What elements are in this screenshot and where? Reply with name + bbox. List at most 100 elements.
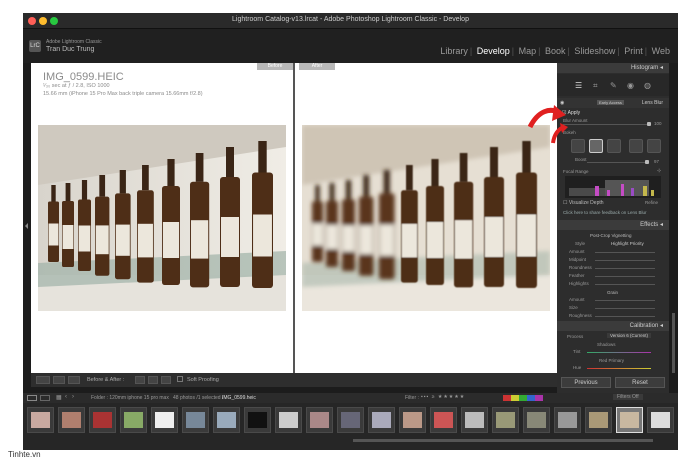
filmstrip-thumb[interactable] (27, 407, 54, 433)
filmstrip-thumb[interactable] (89, 407, 116, 433)
module-develop[interactable]: Develop (475, 46, 512, 56)
grain-size-slider[interactable] (595, 308, 655, 309)
blur-amount-knob[interactable] (647, 122, 651, 126)
grain-label: Grain (607, 290, 619, 295)
before-photo (38, 125, 286, 311)
copy-after-button[interactable] (148, 376, 158, 384)
heal-icon[interactable]: ✎ (610, 81, 617, 90)
crop-icon[interactable]: ⌗ (593, 81, 598, 91)
main-window-button[interactable] (27, 395, 37, 401)
loupe-view-button[interactable] (36, 376, 50, 384)
selected-filename[interactable]: IMG_0599.heic (222, 395, 256, 401)
module-print[interactable]: Print (622, 46, 645, 56)
highlights-slider[interactable] (595, 284, 655, 285)
right-panel-scrollbar[interactable] (669, 63, 678, 393)
histogram-header[interactable]: Histogram ◂ (557, 63, 669, 73)
before-label: Before (257, 63, 293, 70)
filmstrip-thumb[interactable] (244, 407, 271, 433)
develop-toolbar: Before & After : Soft Proofing (31, 373, 557, 387)
bokeh-circle-button[interactable] (571, 139, 585, 153)
left-panel-collapsed[interactable] (23, 63, 31, 393)
filmstrip-thumb[interactable] (430, 407, 457, 433)
filmstrip-thumb[interactable] (461, 407, 488, 433)
filmstrip-scrollbar[interactable] (353, 439, 653, 442)
soft-proofing-checkbox[interactable] (177, 376, 183, 382)
boost-knob[interactable] (645, 160, 649, 164)
scroll-thumb[interactable] (672, 313, 675, 373)
hue-label: Hue (573, 365, 582, 370)
boost-value: 97 (654, 159, 660, 164)
focal-range-depth-graph[interactable] (565, 176, 661, 198)
grid-icon[interactable]: ▦ (56, 394, 62, 401)
roughness-slider[interactable] (595, 316, 655, 317)
roundness-slider[interactable] (595, 268, 655, 269)
refine-label[interactable]: Refine (645, 200, 658, 205)
flag-filters[interactable]: ▪▪▪ ≥ ★★★★★ (421, 394, 465, 400)
copy-before-button[interactable] (135, 376, 145, 384)
forward-arrow-icon[interactable]: › (72, 394, 74, 400)
lrc-logo: LrC (29, 40, 41, 52)
ref-view-button[interactable] (53, 376, 65, 384)
module-library[interactable]: Library (438, 46, 470, 56)
filmstrip-thumb[interactable] (523, 407, 550, 433)
boost-slider[interactable] (587, 160, 649, 164)
feather-slider[interactable] (595, 276, 655, 277)
filmstrip-thumb[interactable] (275, 407, 302, 433)
module-map[interactable]: Map (517, 46, 539, 56)
second-window-button[interactable] (40, 395, 50, 401)
filmstrip-thumb[interactable] (585, 407, 612, 433)
reset-button[interactable]: Reset (615, 377, 665, 388)
right-panel: Histogram ◂ ☰ ⌗ ✎ ◉ ◍ ◉ Early Access Len… (557, 63, 669, 393)
visualize-depth-checkbox[interactable]: ☐ Visualize Depth (563, 200, 604, 206)
focus-target-icon[interactable]: ⊹ (657, 168, 661, 174)
midpoint-slider[interactable] (595, 260, 655, 261)
filmstrip-bar: ▦ ‹ › Folder : 120mm iphone 15 pro max 4… (23, 393, 678, 403)
grain-amount-slider[interactable] (595, 300, 655, 301)
filmstrip-thumb[interactable] (182, 407, 209, 433)
filters-off-dropdown[interactable]: Filters Off (613, 394, 643, 400)
blur-amount-slider[interactable] (563, 122, 651, 126)
back-arrow-icon[interactable]: ‹ (65, 394, 67, 400)
bokeh-5-blade-button[interactable] (607, 139, 621, 153)
filmstrip-thumb[interactable] (647, 407, 674, 433)
filmstrip-thumb[interactable] (58, 407, 85, 433)
vignette-amount-slider[interactable] (595, 252, 655, 253)
module-book[interactable]: Book (543, 46, 568, 56)
process-dropdown[interactable]: Version 6 (Current) (607, 333, 652, 338)
module-slideshow[interactable]: Slideshow (572, 46, 617, 56)
previous-button[interactable]: Previous (561, 377, 611, 388)
tint-slider[interactable] (587, 352, 651, 353)
lens-blur-header[interactable]: ◉ Early Access Lens Blur (557, 98, 669, 108)
filmstrip-thumb[interactable] (151, 407, 178, 433)
module-web[interactable]: Web (650, 46, 672, 56)
feedback-link[interactable]: Click here to share feedback on Lens Blu… (563, 210, 647, 215)
calibration-header[interactable]: Calibration ◂ (557, 321, 669, 331)
filmstrip-thumb-selected[interactable] (616, 407, 643, 433)
filmstrip-thumb[interactable] (306, 407, 333, 433)
bokeh-cat-eye-button[interactable] (647, 139, 661, 153)
bokeh-ring-button[interactable] (629, 139, 643, 153)
color-label-filters[interactable] (503, 395, 543, 401)
filmstrip-thumb[interactable] (337, 407, 364, 433)
hue-slider[interactable] (587, 368, 651, 369)
edit-sliders-icon[interactable]: ☰ (575, 81, 582, 90)
redeye-icon[interactable]: ◉ (627, 81, 634, 90)
effects-header[interactable]: Effects ◂ (557, 220, 669, 230)
masking-icon[interactable]: ◍ (644, 81, 651, 90)
filmstrip-thumb[interactable] (399, 407, 426, 433)
after-photo (302, 125, 550, 311)
bokeh-bubble-button[interactable] (589, 139, 603, 153)
filmstrip-thumb[interactable] (213, 407, 240, 433)
swap-button[interactable] (161, 376, 171, 384)
red-arrow-annotation-2 (551, 123, 568, 144)
style-dropdown[interactable]: Highlight Priority (611, 241, 644, 246)
before-after-mode-button[interactable] (68, 376, 80, 384)
filmstrip-thumb[interactable] (120, 407, 147, 433)
filmstrip-thumb[interactable] (554, 407, 581, 433)
folder-label[interactable]: Folder : 120mm iphone 15 pro max (91, 395, 169, 401)
filter-label: Filter : (405, 395, 419, 401)
filmstrip-thumb[interactable] (492, 407, 519, 433)
title-bar: Lightroom Catalog-v13.lrcat - Adobe Phot… (23, 13, 678, 29)
filmstrip-thumb[interactable] (368, 407, 395, 433)
watermark-credit: Tinhte.vn (8, 450, 41, 459)
